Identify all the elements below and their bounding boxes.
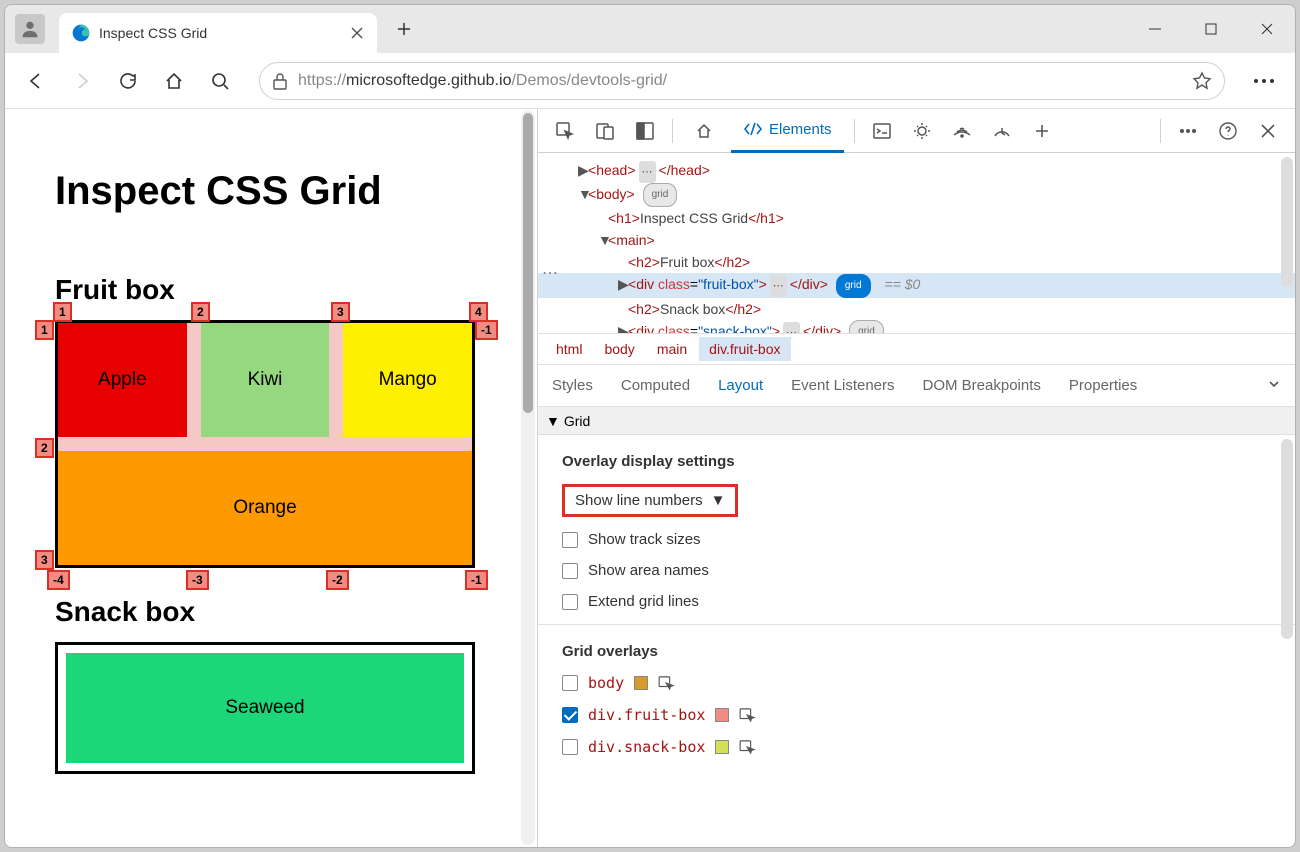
grid-line-label: 2	[35, 438, 54, 458]
breadcrumb: html body main div.fruit-box	[538, 333, 1295, 365]
page-title: Inspect CSS Grid	[55, 169, 487, 214]
grid-line-label: 1	[53, 302, 72, 322]
url-bar[interactable]: https://microsoftedge.github.io/Demos/de…	[259, 62, 1225, 100]
reveal-icon[interactable]	[739, 708, 757, 722]
grid-line-label: -3	[186, 570, 209, 590]
color-swatch[interactable]	[634, 676, 648, 690]
seaweed-cell: Seaweed	[66, 653, 464, 763]
grid-badge[interactable]: grid	[643, 183, 678, 207]
welcome-tab[interactable]	[683, 109, 725, 153]
grid-line-label: 1	[35, 320, 54, 340]
tab-computed[interactable]: Computed	[621, 377, 690, 394]
layout-body: Overlay display settings Show line numbe…	[538, 435, 1295, 847]
performance-icon[interactable]	[985, 114, 1019, 148]
snack-box-heading: Snack box	[55, 596, 487, 628]
sidebar-tabs: Styles Computed Layout Event Listeners D…	[538, 365, 1295, 407]
overlay-settings-heading: Overlay display settings	[562, 453, 1271, 470]
show-track-sizes-checkbox[interactable]	[562, 532, 578, 548]
grid-line-label: -1	[465, 570, 488, 590]
add-tool-icon[interactable]	[1025, 114, 1059, 148]
inspect-icon[interactable]	[548, 114, 582, 148]
more-button[interactable]	[1249, 66, 1279, 96]
breadcrumb-item[interactable]: html	[546, 337, 592, 361]
reveal-icon[interactable]	[658, 676, 676, 690]
maximize-button[interactable]	[1183, 9, 1239, 49]
close-devtools-icon[interactable]	[1251, 114, 1285, 148]
breadcrumb-item[interactable]: body	[594, 337, 644, 361]
back-button[interactable]	[21, 66, 51, 96]
color-swatch[interactable]	[715, 708, 729, 722]
profile-icon[interactable]	[15, 14, 45, 44]
network-icon[interactable]	[945, 114, 979, 148]
grid-badge[interactable]: grid	[849, 320, 884, 333]
extend-grid-lines-checkbox[interactable]	[562, 594, 578, 610]
snack-box-grid: Seaweed	[55, 642, 475, 774]
kiwi-cell: Kiwi	[201, 323, 330, 437]
close-icon[interactable]	[349, 25, 365, 41]
fruit-box-heading: Fruit box	[55, 274, 487, 306]
more-panels-icon[interactable]	[1267, 377, 1281, 395]
fruit-box-grid: Apple Kiwi Mango Orange	[55, 320, 475, 568]
color-swatch[interactable]	[715, 740, 729, 754]
apple-cell: Apple	[58, 323, 187, 437]
grid-line-label: -4	[47, 570, 70, 590]
url-text: https://microsoftedge.github.io/Demos/de…	[298, 72, 1182, 90]
elements-tab[interactable]: Elements	[731, 109, 844, 153]
sources-icon[interactable]	[905, 114, 939, 148]
layout-scrollbar[interactable]	[1281, 439, 1293, 639]
breadcrumb-item[interactable]: main	[647, 337, 697, 361]
grid-line-label: 3	[35, 550, 54, 570]
tab-properties[interactable]: Properties	[1069, 377, 1137, 394]
help-icon[interactable]	[1211, 114, 1245, 148]
tab-event-listeners[interactable]: Event Listeners	[791, 377, 894, 394]
page-content: Inspect CSS Grid Fruit box Apple Kiwi Ma…	[5, 109, 537, 847]
devtools-panel: Elements ▶<head>⋯</head> ▼<body> grid <h…	[537, 109, 1295, 847]
tab-dom-breakpoints[interactable]: DOM Breakpoints	[923, 377, 1041, 394]
search-button[interactable]	[205, 66, 235, 96]
line-numbers-dropdown[interactable]: Show line numbers▼	[562, 484, 738, 517]
dom-tree[interactable]: ▶<head>⋯</head> ▼<body> grid <h1>Inspect…	[538, 153, 1295, 333]
tab-title: Inspect CSS Grid	[99, 25, 341, 41]
breadcrumb-item[interactable]: div.fruit-box	[699, 337, 790, 361]
reveal-icon[interactable]	[739, 740, 757, 754]
dom-scrollbar[interactable]	[1281, 157, 1293, 287]
tab-layout[interactable]: Layout	[718, 377, 763, 394]
dock-icon[interactable]	[628, 114, 662, 148]
orange-cell: Orange	[58, 451, 472, 565]
overlay-snackbox-checkbox[interactable]	[562, 739, 578, 755]
home-button[interactable]	[159, 66, 189, 96]
edge-icon	[71, 23, 91, 43]
device-icon[interactable]	[588, 114, 622, 148]
forward-button	[67, 66, 97, 96]
toolbar: https://microsoftedge.github.io/Demos/de…	[5, 53, 1295, 109]
lock-icon	[272, 72, 288, 90]
overlay-fruitbox-checkbox[interactable]	[562, 707, 578, 723]
more-tools-icon[interactable]	[1171, 114, 1205, 148]
overlay-body-checkbox[interactable]	[562, 675, 578, 691]
titlebar: Inspect CSS Grid	[5, 5, 1295, 53]
grid-line-label: 4	[469, 302, 488, 322]
grid-line-label: -1	[475, 320, 498, 340]
page-scrollbar[interactable]	[521, 111, 535, 845]
minimize-button[interactable]	[1127, 9, 1183, 49]
mango-cell: Mango	[343, 323, 472, 437]
browser-tab[interactable]: Inspect CSS Grid	[59, 13, 377, 53]
favorite-icon[interactable]	[1192, 71, 1212, 91]
grid-overlays-heading: Grid overlays	[562, 643, 1271, 660]
grid-section-header[interactable]: ▼Grid	[538, 407, 1295, 435]
grid-line-label: -2	[326, 570, 349, 590]
refresh-button[interactable]	[113, 66, 143, 96]
new-tab-button[interactable]	[389, 14, 419, 44]
tab-styles[interactable]: Styles	[552, 377, 593, 394]
grid-line-label: 2	[191, 302, 210, 322]
console-icon[interactable]	[865, 114, 899, 148]
grid-badge-active[interactable]: grid	[836, 274, 871, 298]
devtools-toolbar: Elements	[538, 109, 1295, 153]
grid-line-label: 3	[331, 302, 350, 322]
close-window-button[interactable]	[1239, 9, 1295, 49]
show-area-names-checkbox[interactable]	[562, 563, 578, 579]
